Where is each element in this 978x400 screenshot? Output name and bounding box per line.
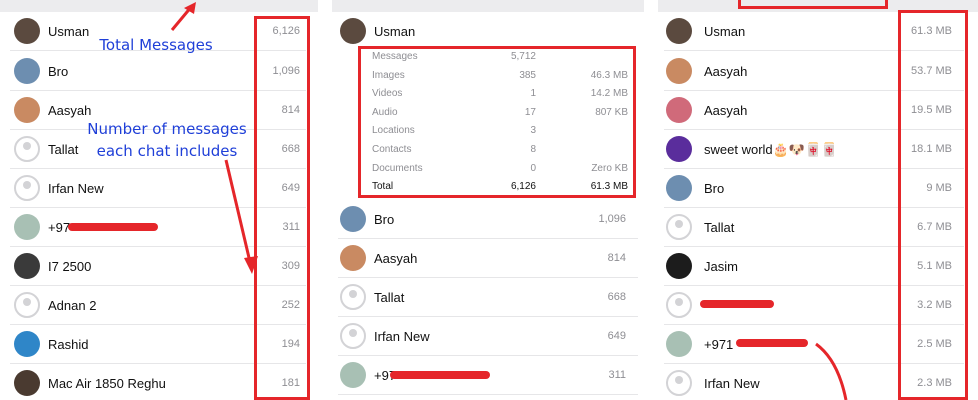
avatar bbox=[340, 245, 366, 271]
message-count: 668 bbox=[607, 291, 626, 303]
chat-name: Irfan New bbox=[374, 329, 430, 344]
chat-row[interactable]: Irfan New 649 bbox=[338, 317, 638, 356]
message-count: 1,096 bbox=[598, 213, 626, 225]
avatar bbox=[340, 18, 366, 44]
avatar bbox=[340, 362, 366, 388]
message-count: 814 bbox=[607, 252, 626, 264]
chat-row-expanded[interactable]: Usman bbox=[338, 12, 638, 48]
top-bar bbox=[332, 0, 644, 12]
chat-name: Aasyah bbox=[374, 251, 418, 266]
stats-highlight bbox=[358, 46, 636, 198]
avatar bbox=[340, 284, 366, 310]
chat-name: Bro bbox=[374, 212, 395, 227]
annotation-arrows bbox=[170, 2, 258, 274]
chat-row[interactable]: Aasyah 814 bbox=[338, 239, 638, 278]
avatar bbox=[340, 206, 366, 232]
chat-name: Tallat bbox=[374, 290, 405, 305]
redaction-scribble bbox=[390, 371, 490, 379]
chat-detail-panel: Usman Messages 5,712 Images 385 46.3 MB … bbox=[332, 0, 644, 400]
message-count: 649 bbox=[607, 330, 626, 342]
chat-row[interactable]: Tallat 668 bbox=[338, 278, 638, 317]
message-count: 311 bbox=[608, 369, 626, 381]
chat-row[interactable]: +97 311 bbox=[338, 356, 638, 395]
annotation-curve bbox=[815, 342, 848, 400]
chat-name: Usman bbox=[374, 24, 416, 39]
chat-size-panel: Usman 61.3 MB Aasyah 53.7 MB Aasyah 19.5… bbox=[658, 0, 978, 400]
avatar bbox=[340, 323, 366, 349]
chat-count-panel: Usman 6,126 Bro 1,096 Aasyah 814 Tallat … bbox=[0, 0, 318, 400]
chat-row[interactable]: Bro 1,096 bbox=[338, 200, 638, 239]
